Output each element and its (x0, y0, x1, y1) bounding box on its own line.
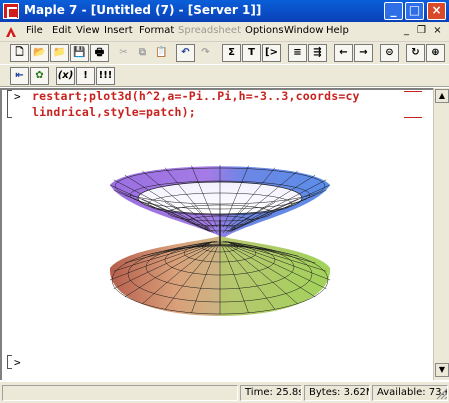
menu-options[interactable]: Options (245, 25, 284, 36)
execute-icon[interactable]: ! (76, 67, 95, 85)
status-time: Time: 25.8s (240, 385, 302, 401)
close-button[interactable]: × (427, 2, 446, 20)
toggle-input-icon[interactable]: ⇤ (10, 67, 29, 85)
math-mode-icon[interactable]: (x) (56, 67, 75, 85)
doc-minimize-button[interactable]: _ (400, 25, 413, 38)
leaf-icon[interactable]: ✿ (30, 67, 49, 85)
input-prompt: > (14, 90, 21, 103)
plot3d-output[interactable] (100, 150, 340, 330)
title-bar: Maple 7 - [Untitled (7) - [Server 1]] _ … (0, 0, 449, 22)
vertical-scrollbar[interactable]: ▲ ▼ (433, 88, 449, 380)
menu-edit[interactable]: Edit (52, 25, 71, 36)
zoom-icon[interactable]: ⊕ (426, 44, 445, 62)
maximize-button[interactable]: □ (405, 2, 424, 20)
menu-format[interactable]: Format (139, 25, 174, 36)
maple-input-line-2[interactable]: lindrical,style=patch); (32, 105, 196, 119)
group-icon[interactable]: ≡ (288, 44, 307, 62)
status-message (2, 385, 238, 401)
menu-file[interactable]: File (26, 25, 43, 36)
execute-all-icon[interactable]: !!! (96, 67, 115, 85)
maple-input-line-1[interactable]: restart;plot3d(h^2,a=-Pi..Pi,h=-3..3,coo… (32, 89, 360, 103)
window-title: Maple 7 - [Untitled (7) - [Server 1]] (24, 3, 262, 17)
text-icon[interactable]: T (242, 44, 261, 62)
subsection-icon[interactable]: → (354, 44, 373, 62)
new-icon[interactable]: 🗋 (10, 44, 29, 62)
ungroup-icon[interactable]: ⇶ (308, 44, 327, 62)
execution-group-bracket[interactable] (7, 90, 12, 118)
doc-restore-button[interactable]: ❐ (415, 25, 428, 38)
cut-icon[interactable]: ✂ (114, 44, 133, 62)
copy-icon[interactable]: ⧉ (133, 44, 152, 62)
menu-help[interactable]: Help (326, 25, 349, 36)
menu-window[interactable]: Window (284, 25, 323, 36)
execution-group-bracket-2[interactable] (7, 355, 12, 369)
region-marker-bottom (404, 117, 422, 118)
document-icon[interactable] (4, 25, 18, 39)
scroll-down-arrow-icon[interactable]: ▼ (435, 363, 449, 377)
resize-grip-icon[interactable] (436, 388, 448, 400)
doc-close-button[interactable]: × (431, 25, 444, 38)
paste-icon[interactable]: 📋 (152, 44, 171, 62)
stop-icon[interactable]: ⊝ (380, 44, 399, 62)
menu-spreadsheet[interactable]: Spreadsheet (178, 25, 241, 36)
sum-icon[interactable]: Σ (222, 44, 241, 62)
minimize-button[interactable]: _ (384, 2, 403, 20)
status-bar: Time: 25.8s Bytes: 3.62M Available: 73.6… (0, 381, 449, 403)
menu-insert[interactable]: Insert (104, 25, 133, 36)
restart-icon[interactable]: ↻ (406, 44, 425, 62)
scroll-up-arrow-icon[interactable]: ▲ (435, 89, 449, 103)
context-toolbar: ⇤ ✿ (x) ! !!! (0, 65, 449, 87)
undo-icon[interactable]: ↶ (176, 44, 195, 62)
menu-view[interactable]: View (76, 25, 100, 36)
redo-icon[interactable]: ↷ (196, 44, 215, 62)
status-bytes: Bytes: 3.62M (304, 385, 370, 401)
section-icon[interactable]: ← (334, 44, 353, 62)
menu-bar: File Edit View Insert Format Spreadsheet… (0, 22, 449, 42)
open-icon[interactable]: 📂 (30, 44, 49, 62)
main-toolbar: 🗋 📂 📁 💾 🖶 ✂ ⧉ 📋 ↶ ↷ Σ T [> ≡ ⇶ ← → ⊝ ↻ ⊕ (0, 42, 449, 64)
open-url-icon[interactable]: 📁 (50, 44, 69, 62)
empty-input-prompt[interactable]: > (14, 356, 21, 369)
prompt-icon[interactable]: [> (262, 44, 281, 62)
save-icon[interactable]: 💾 (70, 44, 89, 62)
plot3d-canvas (109, 165, 331, 316)
print-icon[interactable]: 🖶 (90, 44, 109, 62)
region-marker-top (404, 91, 422, 92)
maple-app-icon[interactable] (3, 3, 19, 19)
